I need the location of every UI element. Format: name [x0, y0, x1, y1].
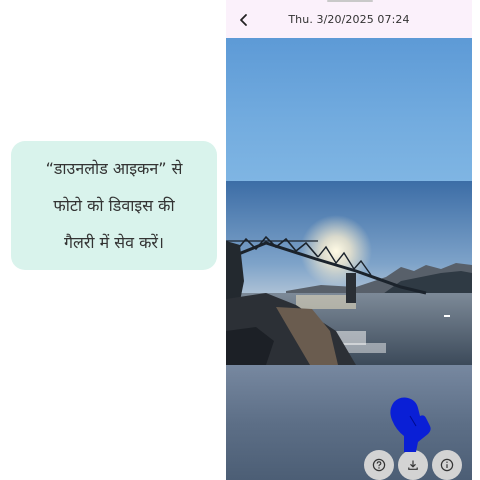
instruction-line-1: “डाउनलोड आइकन” से	[45, 159, 183, 178]
instruction-line-3: गैलरी में सेव करें।	[64, 233, 164, 252]
info-icon	[440, 458, 454, 472]
help-button[interactable]	[364, 450, 394, 480]
pointing-hand-icon	[390, 397, 431, 452]
download-icon	[408, 460, 418, 470]
photo-image[interactable]	[226, 181, 472, 365]
instruction-line-2: फोटो को डिवाइस की	[53, 196, 175, 215]
instruction-callout: “डाउनलोड आइकन” से फोटो को डिवाइस की गैलर…	[11, 141, 217, 270]
status-indicator	[327, 0, 373, 2]
info-button[interactable]	[432, 450, 462, 480]
download-button[interactable]	[398, 450, 428, 480]
photo-date-time: Thu. 3/20/2025 07:24	[288, 13, 410, 26]
help-icon	[372, 458, 386, 472]
top-app-bar: Thu. 3/20/2025 07:24	[226, 0, 472, 38]
photo-viewer	[226, 38, 472, 480]
blurred-background-top	[226, 38, 472, 181]
photo-viewer-screen: Thu. 3/20/2025 07:24	[226, 0, 472, 480]
